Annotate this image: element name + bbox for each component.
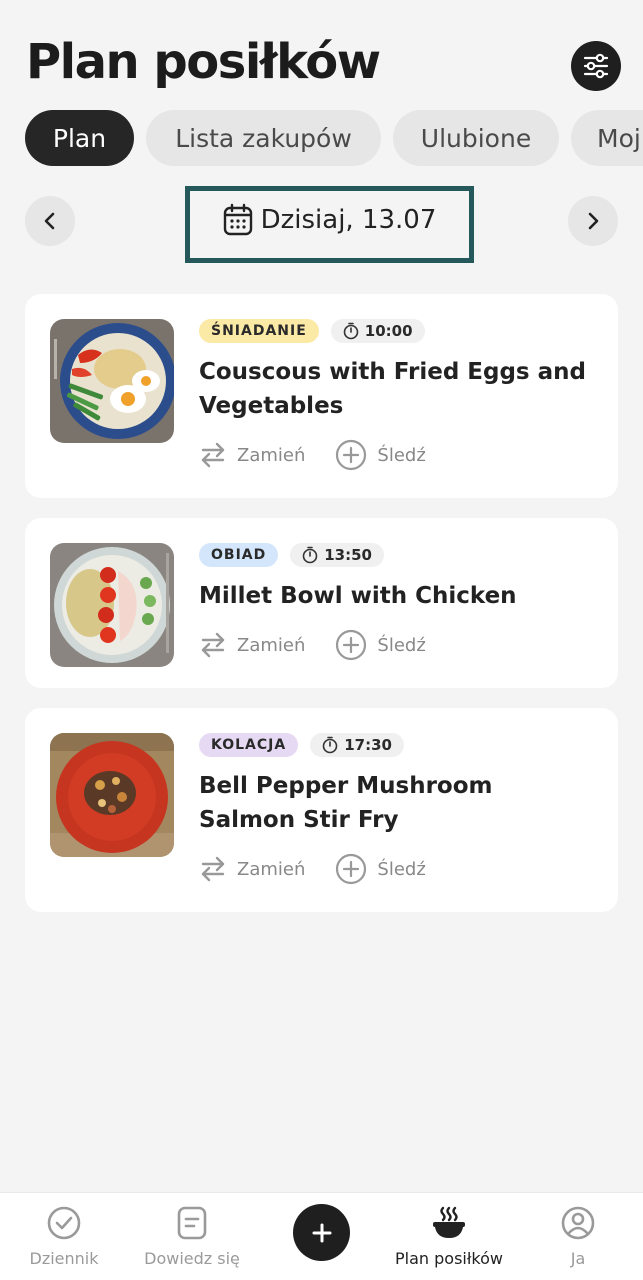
meal-actions: Zamień Śledź [199,852,426,886]
track-label: Śledź [377,859,425,880]
track-button[interactable]: Śledź [335,439,425,471]
stopwatch-icon [302,546,318,564]
bottom-navigation: Dziennik Dowiedz się Plan posi [0,1192,643,1280]
article-icon [176,1205,208,1241]
meal-image-millet-bowl [50,543,174,667]
nav-label: Plan posiłków [395,1249,503,1268]
meal-title[interactable]: Couscous with Fried Eggs and Vegetables [199,355,594,423]
check-circle-icon [46,1205,82,1241]
swap-button[interactable]: Zamień [199,631,305,659]
filter-button[interactable] [571,41,621,91]
meal-time-badge: 10:00 [331,319,425,343]
tab-favorites[interactable]: Ulubione [393,110,559,166]
meal-info: OBIAD 13:50 Millet Bowl with Chicken [199,543,594,613]
date-label: Dzisiaj, 13.07 [261,203,437,237]
meal-time: 17:30 [344,736,392,754]
nav-item-learn[interactable]: Dowiedz się [128,1203,256,1268]
nav-item-me[interactable]: Ja [514,1203,642,1268]
meal-card-lunch[interactable]: OBIAD 13:50 Millet Bowl with Chicken Zam… [25,518,618,688]
nav-item-meal-plan[interactable]: Plan posiłków [385,1203,513,1268]
add-button[interactable] [293,1204,350,1261]
swap-icon [199,631,227,659]
plus-circle-icon [335,853,367,885]
swap-label: Zamień [237,859,305,880]
page-title: Plan posiłków [26,34,380,90]
chevron-right-icon [583,211,603,231]
stopwatch-icon [343,322,359,340]
profile-icon [560,1205,596,1241]
nav-item-journal[interactable]: Dziennik [0,1203,128,1268]
plus-circle-icon [335,439,367,471]
meal-title[interactable]: Millet Bowl with Chicken [199,579,594,613]
bowl-icon [431,1205,467,1241]
tab-shopping-list[interactable]: Lista zakupów [146,110,381,166]
tab-mine[interactable]: Moj [571,110,643,166]
swap-icon [199,441,227,469]
nav-label: Dowiedz się [144,1249,240,1268]
track-label: Śledź [377,635,425,656]
meal-time-badge: 17:30 [310,733,404,757]
meal-title[interactable]: Bell Pepper Mushroom Salmon Stir Fry [199,769,594,837]
plus-circle-icon [335,629,367,661]
header: Plan posiłków [0,0,643,110]
meal-time: 10:00 [365,322,413,340]
calendar-icon [223,203,253,237]
meal-info: KOLACJA 17:30 Bell Pepper Mushroom Salmo… [199,733,594,837]
swap-label: Zamień [237,445,305,466]
meal-card-breakfast[interactable]: ŚNIADANIE 10:00 Couscous with Fried Eggs… [25,294,618,498]
previous-day-button[interactable] [25,196,75,246]
meal-category-badge: ŚNIADANIE [199,319,319,343]
swap-icon [199,855,227,883]
tab-bar: Plan Lista zakupów Ulubione Moj [0,110,643,166]
track-button[interactable]: Śledź [335,853,425,885]
meal-time: 13:50 [324,546,372,564]
meal-category-badge: KOLACJA [199,733,298,757]
swap-button[interactable]: Zamień [199,441,305,469]
meal-actions: Zamień Śledź [199,438,426,472]
nav-label: Dziennik [30,1249,99,1268]
swap-button[interactable]: Zamień [199,855,305,883]
meal-time-badge: 13:50 [290,543,384,567]
meal-category-badge: OBIAD [199,543,278,567]
meal-image-couscous [50,319,174,443]
track-label: Śledź [377,445,425,466]
date-selector[interactable]: Dzisiaj, 13.07 [185,186,474,263]
meal-image-stir-fry [50,733,174,857]
sliders-icon [582,52,610,80]
stopwatch-icon [322,736,338,754]
meal-card-dinner[interactable]: KOLACJA 17:30 Bell Pepper Mushroom Salmo… [25,708,618,912]
meal-info: ŚNIADANIE 10:00 Couscous with Fried Eggs… [199,319,594,423]
date-navigation: Dzisiaj, 13.07 [0,186,643,264]
swap-label: Zamień [237,635,305,656]
chevron-left-icon [40,211,60,231]
plus-icon [311,1222,333,1244]
track-button[interactable]: Śledź [335,629,425,661]
tab-plan[interactable]: Plan [25,110,134,166]
nav-label: Ja [571,1249,586,1268]
meal-actions: Zamień Śledź [199,628,426,662]
next-day-button[interactable] [568,196,618,246]
